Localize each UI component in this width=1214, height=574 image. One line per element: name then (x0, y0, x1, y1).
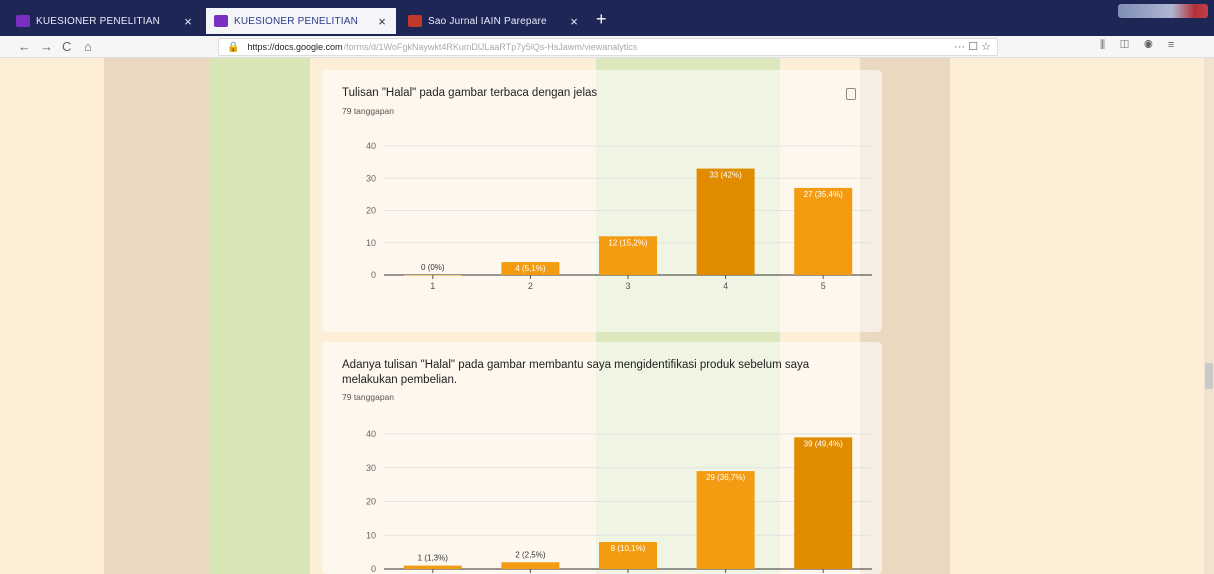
y-tick-label: 40 (366, 141, 376, 151)
tab-label: KUESIONER PENELITIAN (234, 15, 359, 27)
tab-label: Sao Jurnal IAIN Parepare (428, 15, 547, 27)
back-icon[interactable]: ← (18, 39, 31, 54)
journal-icon (408, 15, 422, 27)
bar (696, 471, 755, 569)
response-card: Tulisan "Halal" pada gambar terbaca deng… (322, 70, 882, 332)
data-label: 2 (2,5%) (515, 550, 546, 559)
data-label: 33 (42%) (709, 171, 742, 180)
x-tick-label: 1 (430, 281, 435, 291)
data-label: 0 (0%) (421, 263, 445, 272)
x-tick-label: 2 (528, 281, 533, 291)
lock-icon: 🔒 (227, 41, 240, 53)
tab-kuesioner-1[interactable]: KUESIONER PENELITIAN × (8, 8, 202, 34)
data-label: 1 (1,3%) (418, 554, 449, 563)
y-tick-label: 10 (366, 530, 376, 540)
window-controls[interactable] (1118, 4, 1208, 18)
tab-sao-jurnal[interactable]: Sao Jurnal IAIN Parepare × (400, 8, 588, 34)
url-host: https://docs.google.com (247, 42, 343, 52)
tab-kuesioner-2[interactable]: KUESIONER PENELITIAN × (206, 8, 396, 34)
y-tick-label: 30 (366, 173, 376, 183)
forms-icon (214, 15, 228, 27)
y-tick-label: 10 (366, 238, 376, 248)
y-tick-label: 20 (366, 206, 376, 216)
page-actions-icon[interactable]: ··· ☐ ☆ (954, 40, 991, 53)
bar (501, 562, 560, 569)
bar (403, 565, 462, 569)
y-tick-label: 40 (366, 429, 376, 439)
new-tab-button[interactable]: + (596, 9, 607, 30)
data-label: 4 (5,1%) (515, 264, 546, 273)
watermark-stripe (210, 58, 310, 574)
x-tick-label: 4 (723, 281, 728, 291)
forward-icon[interactable]: → (40, 39, 53, 54)
scrollbar[interactable] (1204, 58, 1214, 574)
url-bar[interactable]: 🔒 https://docs.google.com /forms/d/1WoFg… (218, 38, 998, 56)
bar (794, 187, 853, 275)
x-tick-label: 5 (821, 281, 826, 291)
tab-strip: KUESIONER PENELITIAN × KUESIONER PENELIT… (0, 0, 1214, 36)
y-tick-label: 0 (371, 270, 376, 280)
watermark-stripe (104, 58, 210, 574)
bar-chart: 0 10 20 30 40 0 (0%) 1 4 (5,1%) 2 12 (15,2%) 3 33 (… (366, 141, 872, 291)
y-tick-label: 0 (371, 564, 376, 574)
tab-label: KUESIONER PENELITIAN (36, 15, 161, 27)
close-icon[interactable]: × (184, 14, 192, 29)
y-tick-label: 30 (366, 463, 376, 473)
url-path: /forms/d/1WoFgkNaywkt4RKumDlJLaaRTp7y5lQ… (343, 42, 638, 52)
toolbar-icons[interactable]: ⫼ ◫ ◉ ≡ (1100, 39, 1180, 52)
forms-icon (16, 15, 30, 27)
x-tick-label: 3 (625, 281, 630, 291)
home-icon[interactable]: ⌂ (84, 39, 92, 54)
bar (794, 437, 853, 569)
bar-chart: 0102030401 (1,3%)12 (2,5%)28 (10,1%)329 … (366, 429, 872, 574)
y-tick-label: 20 (366, 497, 376, 507)
data-label: 29 (36,7%) (706, 473, 745, 482)
reload-icon[interactable]: C (62, 39, 71, 54)
data-label: 27 (35,4%) (804, 190, 843, 199)
data-label: 12 (15,2%) (608, 238, 647, 247)
close-icon[interactable]: × (570, 14, 578, 29)
data-label: 8 (10,1%) (611, 544, 646, 553)
navigation-bar: ← → C ⌂ 🔒 https://docs.google.com /forms… (0, 36, 1214, 58)
data-label: 39 (49,4%) (804, 439, 843, 448)
bar (696, 168, 755, 275)
close-icon[interactable]: × (378, 14, 386, 29)
response-card: Adanya tulisan "Halal" pada gambar memba… (322, 342, 882, 574)
scroll-thumb[interactable] (1205, 363, 1213, 389)
